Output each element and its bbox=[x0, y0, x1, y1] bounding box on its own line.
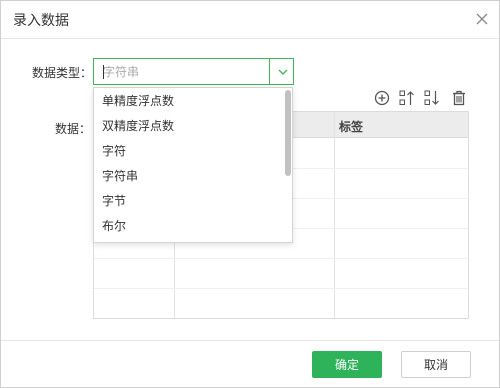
select-divider bbox=[269, 59, 270, 84]
text-cursor bbox=[103, 65, 104, 79]
dropdown-scrollbar[interactable] bbox=[285, 90, 291, 176]
confirm-button[interactable]: 确定 bbox=[312, 351, 382, 378]
cancel-button[interactable]: 取消 bbox=[401, 351, 471, 378]
data-type-select[interactable] bbox=[93, 58, 294, 85]
close-icon[interactable] bbox=[473, 10, 491, 28]
dropdown-option[interactable]: 双精度浮点数 bbox=[94, 114, 284, 139]
dropdown-option[interactable]: 布尔 bbox=[94, 214, 284, 239]
dialog-titlebar: 录入数据 bbox=[1, 1, 499, 39]
enter-data-dialog: 录入数据 数据类型： 数据： 标签 bbox=[0, 0, 500, 388]
data-type-input[interactable] bbox=[95, 60, 269, 83]
dialog-title: 录入数据 bbox=[13, 13, 69, 29]
chevron-down-icon[interactable] bbox=[276, 65, 290, 79]
dropdown-option[interactable]: 单精度浮点数 bbox=[94, 89, 284, 114]
table-row bbox=[94, 258, 468, 259]
dropdown-option[interactable]: 字符 bbox=[94, 139, 284, 164]
table-row bbox=[94, 288, 468, 289]
add-circle-icon[interactable] bbox=[373, 89, 391, 107]
data-label: 数据： bbox=[55, 122, 92, 136]
column-header-tag: 标签 bbox=[339, 120, 364, 134]
dropdown-option[interactable]: 字符串 bbox=[94, 164, 284, 189]
trash-icon[interactable] bbox=[450, 89, 468, 107]
data-type-label: 数据类型： bbox=[32, 66, 93, 80]
sort-ascending-icon[interactable] bbox=[398, 89, 416, 107]
dropdown-option[interactable]: 字节 bbox=[94, 189, 284, 214]
sort-descending-icon[interactable] bbox=[423, 89, 441, 107]
data-type-dropdown[interactable]: 单精度浮点数 双精度浮点数 字符 字符串 字节 布尔 bbox=[93, 87, 293, 243]
footer-divider bbox=[1, 340, 499, 341]
